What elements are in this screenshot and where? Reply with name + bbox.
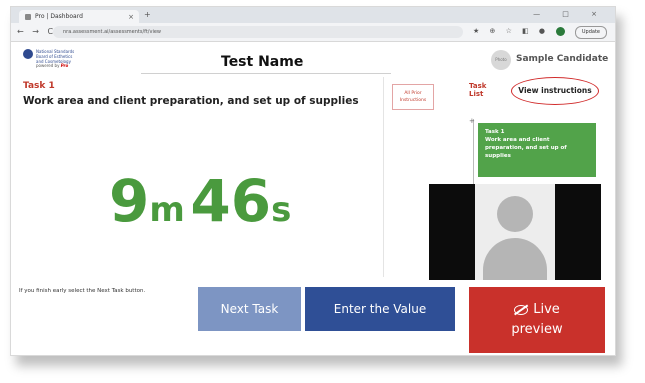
timer-minutes: 9 [109,167,150,235]
logo-powered-label: powered by [36,63,60,68]
tab-close-icon[interactable]: × [128,13,134,21]
timer-minutes-unit: m [149,190,185,230]
timer-seconds: 46 [190,167,272,235]
page-title: Test Name [221,54,304,70]
webcam-preview [429,184,601,280]
task-label: Task 1 [23,81,55,91]
browser-tab[interactable]: Pro | Dashboard × [19,10,139,23]
new-tab-button[interactable]: + [144,10,151,19]
divider [383,77,384,277]
task-timeline [473,119,474,189]
logo: National Standards Board of Esthetics an… [23,47,81,73]
enter-value-button[interactable]: Enter the Value [305,287,455,331]
next-task-button[interactable]: Next Task [198,287,301,331]
browser-tabstrip: Pro | Dashboard × + — □ × [11,7,615,23]
nav-buttons[interactable]: ← → C [17,27,56,36]
update-button[interactable]: Update [574,26,607,39]
placeholder-head [497,196,533,232]
logo-emblem-icon [23,49,33,59]
placeholder-body [483,238,547,280]
tab-title: Pro | Dashboard [35,13,83,20]
logo-text: National Standards Board of Esthetics an… [36,49,75,64]
logo-powered-by: powered by Pro [36,63,68,68]
live-preview-label-2: preview [511,322,563,337]
finish-hint: If you finish early select the Next Task… [19,288,146,294]
extension-icons[interactable]: ★ ⊕ ☆ ◧ ● [473,27,549,35]
countdown-timer: 9m 46s [109,167,291,235]
live-preview-row: Live [514,300,560,320]
logo-brand: Pro [60,63,69,68]
all-instructions-button[interactable]: All Prior Instructions [392,84,434,110]
live-preview-label: Live [533,302,560,317]
view-instructions-button[interactable]: View instructions [511,77,599,105]
address-bar-row: ← → C nra.assessment.ai/assessments/ft/v… [11,23,615,42]
window-controls[interactable]: — □ × [533,10,607,18]
header-divider [141,73,391,74]
app-window: Pro | Dashboard × + — □ × ← → C nra.asse… [10,6,616,356]
timer-seconds-unit: s [271,190,292,230]
eye-slash-icon [514,305,529,315]
task-list-link[interactable]: Task List [469,82,489,98]
task-card-title: Work area and client preparation, and se… [485,137,567,159]
url-field[interactable]: nra.assessment.ai/assessments/ft/view [53,26,463,38]
profile-icon[interactable] [556,27,565,36]
candidate-name: Sample Candidate [516,54,609,64]
task-card-number: Task 1 [485,129,505,135]
person-placeholder-icon [475,184,555,280]
avatar: Photo [491,50,511,70]
live-preview-button[interactable]: Live preview [469,287,605,353]
task-title: Work area and client preparation, and se… [23,95,359,107]
favicon-icon [25,13,31,20]
timeline-marker: + [469,117,475,125]
task-list-item[interactable]: Task 1 Work area and client preparation,… [478,123,596,177]
